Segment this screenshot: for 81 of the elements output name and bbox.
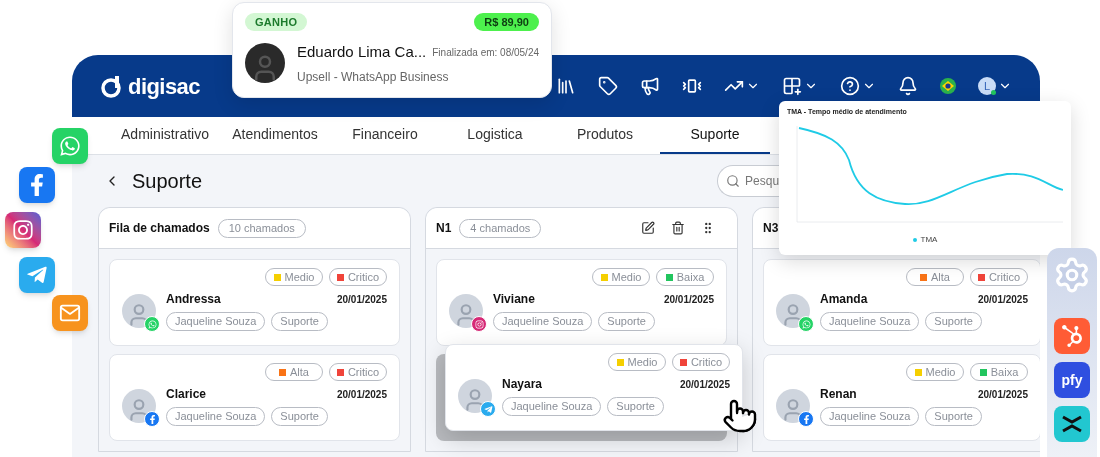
- trash-icon[interactable]: [671, 221, 685, 235]
- priority-label: Baixa: [676, 269, 705, 285]
- priority-label: Critico: [690, 354, 723, 370]
- vibrating-phone-icon[interactable]: [682, 76, 702, 96]
- logo-text: digisac: [128, 72, 200, 101]
- contact-name: Renan: [820, 386, 857, 403]
- priority-label: Alta: [290, 364, 309, 380]
- telegram-icon: [19, 257, 55, 293]
- help-icon[interactable]: [840, 76, 860, 96]
- tab[interactable]: Financeiro: [330, 117, 440, 154]
- whatsapp-icon: [144, 316, 160, 332]
- column-title: N1: [436, 220, 452, 237]
- ticket-card[interactable]: Alta Critico Amanda 20/01/2025 Jaqueline Souza Suporte: [763, 259, 1040, 346]
- library-icon[interactable]: [556, 76, 576, 96]
- instagram-icon: [471, 316, 487, 332]
- priority-label: Critico: [347, 269, 380, 285]
- facebook-icon: [144, 411, 160, 427]
- contact-name: Amanda: [820, 291, 868, 308]
- contact-name: Nayara: [502, 376, 543, 393]
- ticket-card[interactable]: Medio Critico Andressa 20/01/2025 Jaqueline Souza Suporte: [109, 259, 400, 346]
- avatar: [449, 294, 483, 328]
- instagram-icon: [5, 212, 41, 248]
- tab[interactable]: Administrativo: [110, 117, 220, 154]
- contact-name: Viviane: [493, 291, 535, 308]
- tab[interactable]: Atendimentos: [220, 117, 330, 154]
- deal-subtitle: Upsell - WhatsApp Business: [297, 68, 450, 86]
- avatar: [776, 294, 810, 328]
- ticket-date: 20/01/2025: [663, 292, 714, 307]
- column-title: Fila de chamados: [109, 220, 210, 237]
- avatar: [245, 43, 285, 84]
- tab[interactable]: Logistica: [440, 117, 550, 154]
- flag-icon[interactable]: [940, 78, 956, 94]
- search-icon: [726, 174, 741, 188]
- tab[interactable]: Suporte: [660, 117, 770, 154]
- apps-icon[interactable]: [782, 76, 802, 96]
- page-title: Suporte: [132, 169, 203, 194]
- hubspot-tile[interactable]: [1054, 318, 1090, 354]
- priority-label: Medio: [284, 269, 315, 285]
- contact-name: Eduardo Lima Ca...: [297, 42, 427, 62]
- logo-icon: [100, 74, 122, 98]
- contact-name: Clarice: [166, 386, 207, 403]
- legend-label: TMA: [920, 233, 938, 246]
- priority-label: Medio: [925, 364, 956, 380]
- sprocket-icon: [1061, 325, 1083, 347]
- ticket-card[interactable]: Medio Critico Nayara 20/01/2025 Jaqueline Souza Suporte: [445, 344, 743, 431]
- priority-label: Critico: [988, 269, 1021, 285]
- tag-icon[interactable]: [598, 76, 618, 96]
- whatsapp-icon: [798, 316, 814, 332]
- avatar: [776, 389, 810, 423]
- ticket-date: 20/01/2025: [977, 292, 1028, 307]
- ticket-card[interactable]: Alta Critico Clarice 20/01/2025 Jaqueline Souza Suporte: [109, 354, 400, 441]
- ticket-date: 20/01/2025: [336, 387, 387, 402]
- ticket-card[interactable]: Medio Baixa Viviane 20/01/2025 Jaqueline Souza Suporte: [436, 259, 727, 346]
- finished-date: Finalizada em: 08/05/24: [432, 45, 539, 60]
- priority-label: Medio: [627, 354, 658, 370]
- priority-label: Critico: [347, 364, 380, 380]
- edit-icon[interactable]: [641, 221, 655, 235]
- user-avatar[interactable]: L: [978, 77, 996, 95]
- bell-icon[interactable]: [898, 76, 918, 96]
- ticket-date: 20/01/2025: [679, 377, 730, 392]
- megaphone-icon[interactable]: [640, 76, 660, 96]
- avatar: [122, 389, 156, 423]
- integration-tile[interactable]: pfy: [1054, 362, 1090, 398]
- avatar: [122, 294, 156, 328]
- status-badge: GANHO: [245, 13, 308, 31]
- tab[interactable]: Produtos: [550, 117, 660, 154]
- facebook-icon: [798, 411, 814, 427]
- telegram-icon: [480, 401, 496, 417]
- contact-name: Andressa: [166, 291, 221, 308]
- facebook-icon: [19, 167, 55, 203]
- ticket-card[interactable]: Medio Baixa Renan 20/01/2025 Jaqueline Souza Suporte: [763, 354, 1040, 441]
- priority-label: Alta: [931, 269, 950, 285]
- value-badge: R$ 89,90: [474, 13, 539, 31]
- column-title: N3: [763, 220, 779, 237]
- ticket-date: 20/01/2025: [977, 387, 1028, 402]
- ticket-date: 20/01/2025: [336, 292, 387, 307]
- priority-label: Baixa: [990, 364, 1019, 380]
- priority-label: Medio: [611, 269, 642, 285]
- avatar: [458, 379, 492, 413]
- search-field[interactable]: Pesqu: [717, 165, 780, 197]
- integration-tile[interactable]: [1054, 406, 1090, 442]
